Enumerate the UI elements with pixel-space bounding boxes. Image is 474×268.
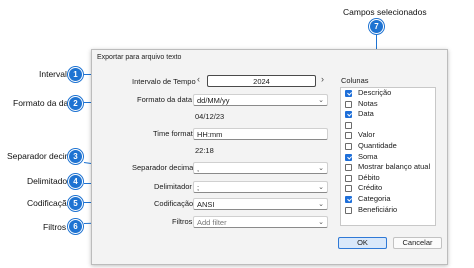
annotation-badge-intervalo: 1 — [68, 67, 83, 82]
time-format-label: Time format — [153, 129, 193, 138]
list-item[interactable] — [341, 120, 435, 131]
decimal-separator-value: , — [197, 164, 200, 173]
chevron-down-icon: ⌄ — [318, 97, 324, 104]
date-format-value: dd/MM/yy — [197, 96, 230, 105]
chevron-down-icon: ⌄ — [318, 201, 324, 208]
column-label: Mostrar balanço atual — [358, 162, 431, 172]
checkbox-unchecked[interactable] — [345, 132, 352, 140]
checkbox-checked[interactable] — [345, 111, 352, 119]
checkbox-unchecked[interactable] — [345, 142, 352, 150]
ok-button[interactable]: OK — [338, 237, 387, 249]
cancel-button[interactable]: Cancelar — [393, 237, 442, 249]
filters-select[interactable]: Add filter ⌄ — [193, 216, 328, 228]
dialog-title: Exportar para arquivo texto — [97, 54, 182, 61]
columns-label: Colunas — [341, 76, 369, 85]
checkbox-checked[interactable] — [345, 195, 352, 203]
list-item[interactable]: Quantidade — [341, 141, 435, 152]
decimal-separator-select[interactable]: , ⌄ — [193, 162, 328, 174]
column-label: Notas — [358, 98, 378, 108]
columns-list[interactable]: Descrição Notas Data Valor Quantidade Soma Mos… — [340, 87, 436, 226]
filters-placeholder: Add filter — [197, 218, 227, 227]
list-item[interactable]: Beneficiário — [341, 205, 435, 216]
column-label: Quantidade — [358, 140, 397, 150]
annotation-label-intervalo: Intervalo — [39, 69, 72, 79]
column-label: Descrição — [358, 88, 392, 97]
list-item[interactable]: Categoria — [341, 194, 435, 205]
export-dialog: Exportar para arquivo texto Intervalo de… — [91, 49, 448, 265]
annotation-badge-formato: 2 — [68, 96, 83, 111]
checkbox-unchecked[interactable] — [345, 185, 352, 193]
checkbox-checked[interactable] — [345, 153, 352, 161]
checkbox-checked[interactable] — [345, 90, 352, 97]
annotation-label-campos: Campos selecionados — [343, 7, 427, 17]
date-preview: 04/12/23 — [195, 112, 225, 121]
delimiter-label: Delimitador — [154, 182, 192, 191]
date-format-select[interactable]: dd/MM/yy ⌄ — [193, 94, 328, 106]
list-item[interactable]: Data — [341, 109, 435, 120]
time-format-input[interactable]: HH:mm — [193, 128, 328, 140]
checkbox-unchecked[interactable] — [345, 164, 352, 172]
column-label: Soma — [358, 151, 378, 161]
decimal-separator-label: Separador decimal — [132, 163, 195, 172]
interval-label: Intervalo de Tempo — [132, 77, 196, 86]
time-preview: 22:18 — [195, 146, 214, 155]
annotation-label-formato: Formato da data — [13, 98, 76, 108]
chevron-left-icon[interactable]: ‹ — [197, 74, 200, 84]
column-label: Crédito — [358, 183, 383, 193]
list-item[interactable]: Mostrar balanço atual — [341, 162, 435, 173]
list-item[interactable]: Débito — [341, 173, 435, 184]
chevron-down-icon: ⌄ — [318, 219, 324, 226]
encoding-select[interactable]: ANSI ⌄ — [193, 198, 328, 210]
chevron-down-icon: ⌄ — [318, 165, 324, 172]
annotation-badge-separador: 3 — [68, 149, 83, 164]
list-item[interactable]: Crédito — [341, 183, 435, 194]
delimiter-select[interactable]: ; ⌄ — [193, 181, 328, 193]
annotation-badge-campos: 7 — [369, 19, 384, 34]
list-item[interactable]: Valor — [341, 130, 435, 141]
year-field[interactable]: 2024 — [207, 75, 316, 87]
list-item[interactable]: Notas — [341, 99, 435, 110]
checkbox-unchecked[interactable] — [345, 206, 352, 214]
date-format-label: Formato da data — [137, 95, 193, 104]
list-item[interactable]: Descrição — [341, 88, 435, 99]
list-item[interactable]: Soma — [341, 152, 435, 163]
encoding-value: ANSI — [197, 200, 215, 209]
column-label: Beneficiário — [358, 204, 398, 214]
annotation-badge-codificacao: 5 — [68, 196, 83, 211]
column-label: Data — [358, 109, 374, 119]
annotation-label-delimitador: Delimitador — [27, 176, 70, 186]
encoding-label: Codificação — [154, 199, 194, 208]
filters-label: Filtros — [172, 217, 193, 226]
annotation-badge-delimitador: 4 — [68, 174, 83, 189]
checkbox-unchecked[interactable] — [345, 174, 352, 182]
time-format-value: HH:mm — [197, 130, 223, 139]
checkbox-unchecked[interactable] — [345, 121, 352, 129]
column-label: Valor — [358, 130, 375, 140]
annotation-label-filtros: Filtros — [43, 222, 67, 232]
column-label: Categoria — [358, 193, 391, 203]
chevron-right-icon[interactable]: › — [321, 74, 324, 84]
checkbox-unchecked[interactable] — [345, 100, 352, 108]
annotation-label-codificacao: Codificação — [27, 198, 72, 208]
column-label: Débito — [358, 172, 380, 182]
delimiter-value: ; — [197, 183, 200, 192]
annotation-badge-filtros: 6 — [68, 219, 83, 234]
chevron-down-icon: ⌄ — [318, 184, 324, 191]
